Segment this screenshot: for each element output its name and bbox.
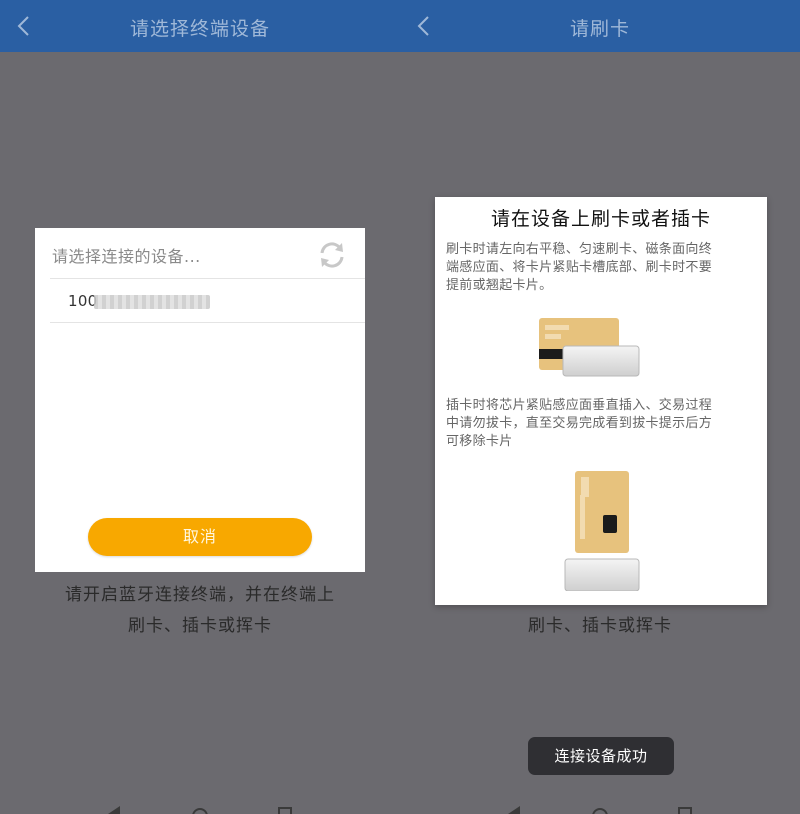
swipe-card-dialog: 请在设备上刷卡或者插卡 刷卡时请左向右平稳、匀速刷卡、磁条面向终 端感应面、将卡… [435,197,767,605]
divider [50,322,365,323]
text-line: 可移除卡片 [446,434,513,449]
card-hint: 刷卡、插卡或挥卡 [528,616,672,636]
bluetooth-hint-line-2: 刷卡、插卡或挥卡 [128,616,272,636]
insert-card-illustration [564,471,640,591]
insert-instructions: 插卡时将芯片紧贴感应面垂直插入、交易过程 中请勿拔卡，直至交易完成看到拔卡提示后… [446,397,755,451]
divider [50,278,365,279]
nav-home-icon[interactable] [192,806,208,814]
text-line: 端感应面、将卡片紧贴卡槽底部、刷卡时不要 [446,260,713,275]
nav-recents-icon[interactable] [678,806,692,814]
refresh-icon[interactable] [317,240,347,270]
page-title: 请选择终端设备 [129,18,270,40]
system-nav-bar [400,800,800,814]
nav-home-icon[interactable] [592,806,608,814]
toast-message: 连接设备成功 [528,737,674,775]
app-header: 请刷卡 [400,0,800,52]
page-title: 请刷卡 [569,18,630,40]
app-header: 请选择终端设备 [0,0,400,52]
redacted-device-id [94,295,210,309]
swipe-card-illustration [539,318,640,377]
text-line: 刷卡时请左向右平稳、匀速刷卡、磁条面向终 [446,242,713,257]
nav-back-icon[interactable] [106,806,122,814]
left-screen: 请选择终端设备 请开启蓝牙连接终端，并在终端上 刷卡、插卡或挥卡 请选择连接的设… [0,0,400,814]
cancel-button[interactable]: 取消 [88,518,312,556]
device-list-item[interactable]: 100 [50,280,365,322]
dialog-title: 请在设备上刷卡或者插卡 [490,208,711,230]
text-line: 中请勿拔卡，直至交易完成看到拔卡提示后方 [446,416,713,431]
bluetooth-hint-line-1: 请开启蓝牙连接终端，并在终端上 [65,585,335,605]
nav-recents-icon[interactable] [278,806,292,814]
swipe-instructions: 刷卡时请左向右平稳、匀速刷卡、磁条面向终 端感应面、将卡片紧贴卡槽底部、刷卡时不… [446,241,755,295]
system-nav-bar [0,800,400,814]
text-line: 提前或翘起卡片。 [446,278,553,293]
device-select-dialog: 请选择连接的设备... 100 取消 [35,228,365,572]
text-line: 插卡时将芯片紧贴感应面垂直插入、交易过程 [446,398,713,413]
dialog-title: 请选择连接的设备... [52,247,201,266]
nav-back-icon[interactable] [506,806,522,814]
right-screen: 请刷卡 刷卡、插卡或挥卡 请在设备上刷卡或者插卡 刷卡时请左向右平稳、匀速刷卡、… [400,0,800,814]
